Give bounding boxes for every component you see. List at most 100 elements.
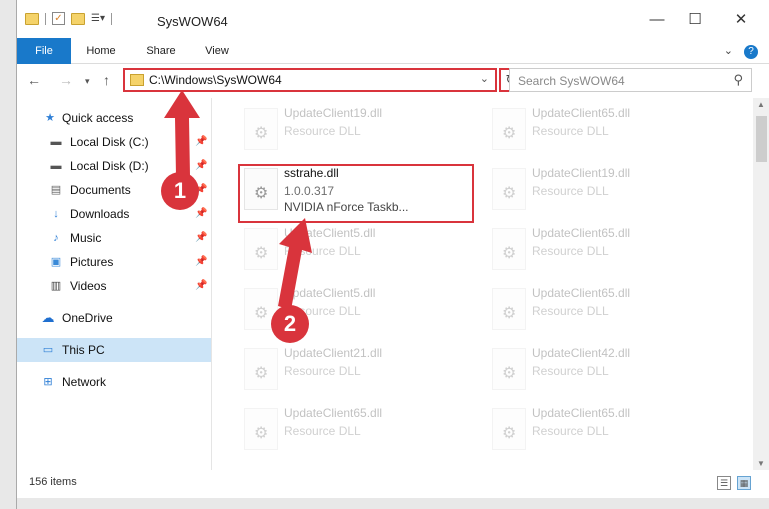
file-item[interactable]: ⚙ UpdateClient65.dll Resource DLL (236, 400, 466, 460)
scroll-down-icon[interactable]: ▼ (757, 459, 765, 468)
dll-file-icon: ⚙ (492, 168, 526, 210)
picture-icon: ▣ (50, 256, 62, 268)
file-name: UpdateClient5.dll (284, 226, 376, 240)
file-type: Resource DLL (532, 304, 609, 318)
gear-icon: ⚙ (502, 245, 517, 262)
tab-share[interactable]: Share (139, 38, 183, 64)
chevron-down-icon[interactable]: ⌄ (480, 72, 489, 85)
file-item[interactable]: ⚙ UpdateClient5.dll Resource DLL (236, 220, 466, 280)
folder-icon[interactable] (25, 12, 39, 25)
gear-icon: ⚙ (502, 185, 517, 202)
music-icon: ♪ (53, 232, 59, 244)
customize-toolbar-icon[interactable]: ☰▾ (91, 13, 105, 24)
scroll-thumb[interactable] (756, 116, 767, 162)
pin-icon[interactable]: 📌 (195, 160, 207, 171)
sidebar-item-label: Documents (70, 183, 131, 197)
sidebar-item-label: Local Disk (C:) (70, 135, 149, 149)
pin-icon[interactable]: 📌 (195, 232, 207, 243)
address-path[interactable]: C:\Windows\SysWOW64 (149, 73, 282, 87)
properties-icon[interactable]: ✓ (52, 12, 65, 25)
file-item[interactable]: ⚙ UpdateClient42.dll Resource DLL (484, 340, 714, 400)
toolbar-separator (110, 12, 112, 25)
expand-ribbon-icon[interactable]: ⌄ (724, 45, 733, 57)
video-icon: ▥ (50, 280, 62, 292)
tiles-view-icon[interactable]: ▦ (737, 476, 751, 490)
help-icon[interactable]: ? (744, 45, 758, 59)
sidebar-item-pictures[interactable]: ▣ Pictures 📌 (17, 250, 211, 274)
file-name: UpdateClient65.dll (532, 286, 631, 300)
tab-view[interactable]: View (197, 38, 237, 64)
sidebar-item-this-pc[interactable]: ▭ This PC (17, 338, 211, 362)
file-item[interactable]: ⚙ UpdateClient65.dll Resource DLL (484, 280, 714, 340)
gear-icon: ⚙ (254, 425, 269, 442)
up-button[interactable]: ↑ (103, 72, 110, 88)
file-name: UpdateClient65.dll (532, 226, 631, 240)
computer-icon: ▭ (42, 344, 54, 356)
cloud-icon: ☁ (41, 310, 55, 325)
file-item[interactable]: ⚙ UpdateClient5.dll Resource DLL (236, 280, 466, 340)
window-title: SysWOW64 (157, 14, 228, 29)
vertical-scrollbar[interactable]: ▲ ▼ (753, 98, 769, 470)
gear-icon: ⚙ (502, 425, 517, 442)
sidebar-item-label: This PC (62, 343, 105, 357)
pin-icon[interactable]: 📌 (195, 136, 207, 147)
file-item[interactable]: ⚙ UpdateClient19.dll Resource DLL (484, 160, 714, 220)
file-type: Resource DLL (532, 184, 609, 198)
file-name: UpdateClient65.dll (284, 406, 383, 420)
sidebar-item-music[interactable]: ♪ Music 📌 (17, 226, 211, 250)
tab-home[interactable]: Home (79, 38, 123, 64)
sidebar-item-label: Videos (70, 279, 107, 293)
file-name: UpdateClient5.dll (284, 286, 376, 300)
close-button[interactable]: ✕ (731, 10, 751, 30)
file-name: UpdateClient19.dll (284, 106, 383, 120)
file-item[interactable]: ⚙ UpdateClient21.dll Resource DLL (236, 340, 466, 400)
navigation-bar: ← → ▾ ↑ C:\Windows\SysWOW64 ⌄ ↻ Search S… (17, 64, 769, 98)
address-bar[interactable]: C:\Windows\SysWOW64 ⌄ (123, 68, 497, 92)
search-icon[interactable]: ⚲ (733, 72, 743, 88)
file-name: UpdateClient19.dll (532, 166, 631, 180)
file-item[interactable]: ⚙ UpdateClient65.dll Resource DLL (484, 220, 714, 280)
sidebar-item-local-disk-c[interactable]: ▬ Local Disk (C:) 📌 (17, 130, 211, 154)
search-input[interactable]: Search SysWOW64 ⚲ (509, 68, 752, 92)
file-type: Resource DLL (532, 124, 609, 138)
dll-file-icon: ⚙ (492, 288, 526, 330)
minimize-button[interactable]: — (647, 10, 667, 30)
highlight-box (238, 164, 474, 223)
file-name: UpdateClient21.dll (284, 346, 383, 360)
sidebar-item-videos[interactable]: ▥ Videos 📌 (17, 274, 211, 298)
details-view-icon[interactable]: ☰ (717, 476, 731, 490)
dll-file-icon: ⚙ (244, 348, 278, 390)
title-bar: ✓ ☰▾ SysWOW64 — ☐ ✕ (17, 0, 769, 38)
pin-icon[interactable]: 📌 (195, 208, 207, 219)
recent-locations-icon[interactable]: ▾ (85, 76, 90, 87)
sidebar-item-network[interactable]: ⊞ Network (17, 370, 211, 394)
maximize-button[interactable]: ☐ (685, 10, 705, 30)
pin-icon[interactable]: 📌 (195, 280, 207, 291)
scroll-up-icon[interactable]: ▲ (757, 100, 765, 109)
gear-icon: ⚙ (254, 125, 269, 142)
dll-file-icon: ⚙ (244, 108, 278, 150)
back-button[interactable]: ← (27, 72, 41, 88)
toolbar-separator (45, 12, 46, 25)
sidebar-item-label: OneDrive (62, 311, 113, 325)
dll-file-icon: ⚙ (244, 228, 278, 270)
document-icon: ▤ (50, 184, 62, 196)
file-type: Resource DLL (284, 364, 361, 378)
tab-file[interactable]: File (17, 38, 71, 64)
file-name: UpdateClient42.dll (532, 346, 631, 360)
sidebar-item-quick-access[interactable]: ★ Quick access (17, 106, 211, 130)
sidebar-item-onedrive[interactable]: ☁ OneDrive (17, 306, 211, 330)
file-item[interactable]: ⚙ UpdateClient19.dll Resource DLL (236, 100, 466, 160)
gear-icon: ⚙ (254, 305, 269, 322)
file-item[interactable]: ⚙ UpdateClient65.dll Resource DLL (484, 100, 714, 160)
new-folder-icon[interactable] (71, 12, 85, 25)
file-name: UpdateClient65.dll (532, 106, 631, 120)
file-item[interactable]: ⚙ UpdateClient65.dll Resource DLL (484, 400, 714, 460)
forward-button[interactable]: → (59, 72, 73, 88)
star-icon: ★ (45, 112, 55, 124)
explorer-window: ✓ ☰▾ SysWOW64 — ☐ ✕ File Home Share View… (16, 0, 769, 509)
pin-icon[interactable]: 📌 (195, 256, 207, 267)
file-name: UpdateClient65.dll (532, 406, 631, 420)
gear-icon: ⚙ (254, 365, 269, 382)
status-bar: 156 items ☰ ▦ (17, 470, 769, 498)
